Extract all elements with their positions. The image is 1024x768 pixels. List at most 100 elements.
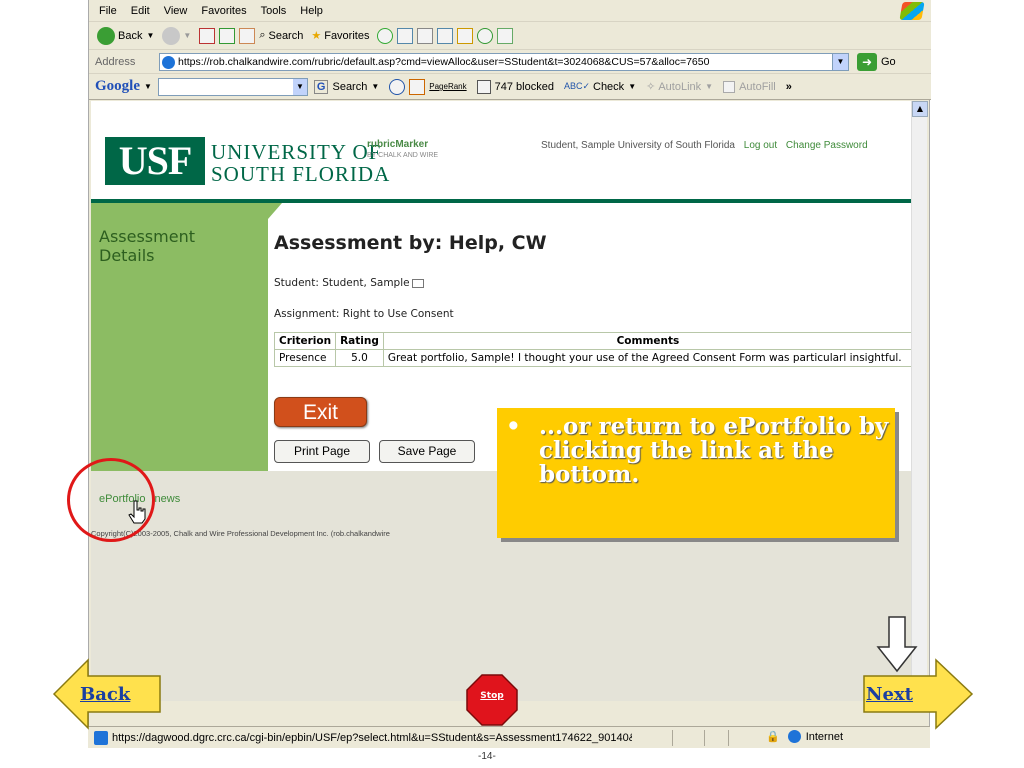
callout-text: • ...or return to ePortfolio by clicking… <box>506 415 891 487</box>
history-icon[interactable] <box>377 27 394 44</box>
bullet-icon: • <box>506 413 521 440</box>
menu-edit[interactable]: Edit <box>131 5 150 17</box>
autofill-icon <box>723 80 736 93</box>
news-link[interactable]: news <box>155 493 181 505</box>
rating-cell: 5.0 <box>335 349 384 367</box>
exit-button[interactable]: Exit <box>274 397 367 427</box>
column-header-rating: Rating <box>335 332 384 350</box>
back-link[interactable]: Back <box>80 684 130 705</box>
user-name: Student, Sample University of South Flor… <box>541 140 735 151</box>
google-search-input[interactable]: ▼ <box>157 77 308 96</box>
user-info: Student, Sample University of South Flor… <box>541 140 868 151</box>
star-icon: ★ <box>311 30 322 42</box>
scroll-up-icon[interactable]: ▲ <box>912 101 928 117</box>
vertical-scrollbar[interactable]: ▲ <box>911 101 928 701</box>
assignment-line: Assignment: Right to Use Consent <box>274 308 454 320</box>
mail-icon[interactable] <box>411 278 424 288</box>
stop-link[interactable]: Stop <box>466 691 518 701</box>
back-button[interactable]: Back ▼ <box>97 26 155 45</box>
zone-label: Internet <box>805 730 844 743</box>
menu-tools[interactable]: Tools <box>261 5 287 17</box>
student-text: Student: Student, Sample <box>274 277 410 289</box>
go-button[interactable]: ➜ Go <box>857 53 896 71</box>
slide: { "browser": { "menu": ["File", "Edit", … <box>0 0 1024 768</box>
autolink-icon: ✧ <box>646 81 656 93</box>
status-url: https://dagwood.dgrc.crc.ca/cgi-bin/epbi… <box>112 731 632 744</box>
column-header-criterion: Criterion <box>273 332 337 350</box>
google-logo[interactable]: Google <box>95 78 140 95</box>
logout-link[interactable]: Log out <box>744 140 777 151</box>
hand-cursor-icon <box>128 500 146 524</box>
status-divider <box>704 730 705 746</box>
popup-blocker-icon <box>476 79 491 94</box>
print-icon[interactable] <box>417 27 434 44</box>
chevron-down-icon[interactable]: ▼ <box>292 78 307 95</box>
dropdown-icon: ▼ <box>146 31 155 40</box>
stop-icon[interactable] <box>199 27 216 44</box>
table-header-row: Criterion Rating Comments <box>273 332 913 350</box>
autolink-label: AutoLink <box>658 80 702 93</box>
print-page-button[interactable]: Print Page <box>274 440 370 463</box>
folder-icon[interactable] <box>457 27 474 44</box>
product-subtitle: BY CHALK AND WIRE <box>367 152 439 159</box>
research-icon[interactable] <box>497 27 514 44</box>
dropdown-icon: ▼ <box>183 31 192 40</box>
site-header: USF UNIVERSITY OF SOUTH FLORIDA rubricMa… <box>91 101 913 199</box>
pagerank-label: PageRank <box>429 82 467 91</box>
ie-page-icon <box>162 56 175 69</box>
spellcheck-button[interactable]: ABC✓ Check ▼ <box>564 81 636 93</box>
product-name: rubricMarker <box>367 139 429 150</box>
chevron-down-icon[interactable]: ▼ <box>832 54 848 70</box>
page-title: Assessment by: Help, CW <box>274 232 547 254</box>
change-password-link[interactable]: Change Password <box>786 140 868 151</box>
status-divider <box>672 730 673 746</box>
university-line1: UNIVERSITY OF <box>211 140 382 164</box>
spellcheck-icon: ABC✓ <box>563 81 590 91</box>
google-toolbar: Google ▼ ▼ G Search ▼ PageRank 747 block… <box>89 74 931 100</box>
save-page-button[interactable]: Save Page <box>379 440 475 463</box>
address-input[interactable]: https://rob.chalkandwire.com/rubric/defa… <box>159 53 849 71</box>
comments-cell: Great portfolio, Sample! I thought your … <box>382 349 913 367</box>
globe-icon <box>787 730 801 743</box>
home-icon[interactable] <box>239 27 256 44</box>
messenger-icon[interactable] <box>477 27 494 44</box>
autolink-button[interactable]: ✧ AutoLink ▼ <box>646 80 714 94</box>
status-divider <box>728 730 729 746</box>
pagerank-indicator[interactable]: PageRank <box>429 82 466 91</box>
sidebar-title-text: Assessment Details <box>99 227 195 265</box>
toolbar-overflow-icon[interactable]: » <box>786 81 792 93</box>
security-zone: 🔒 Internet <box>766 730 843 743</box>
address-url: https://rob.chalkandwire.com/rubric/defa… <box>178 56 710 68</box>
back-label: Back <box>118 29 143 42</box>
dropdown-icon: ▼ <box>628 82 637 91</box>
edit-icon[interactable] <box>437 27 454 44</box>
google-search-button[interactable]: G Search ▼ <box>313 79 379 94</box>
go-arrow-icon: ➜ <box>857 53 877 71</box>
go-label: Go <box>881 56 896 68</box>
criterion-cell: Presence <box>273 349 337 367</box>
mail-icon[interactable] <box>397 27 414 44</box>
news-icon[interactable] <box>409 78 426 95</box>
menu-view[interactable]: View <box>164 5 188 17</box>
search-icon: ⌕ <box>259 29 266 41</box>
menu-file[interactable]: File <box>99 5 117 17</box>
favorites-button[interactable]: ★ Favorites <box>311 29 370 43</box>
forward-button[interactable]: ▼ <box>162 26 192 45</box>
favorites-label: Favorites <box>324 29 370 42</box>
popup-blocker[interactable]: 747 blocked <box>476 79 554 94</box>
university-line2: SOUTH FLORIDA <box>211 162 391 186</box>
address-label: Address <box>95 55 136 68</box>
search-button[interactable]: ⌕ Search <box>259 29 303 42</box>
autofill-label: AutoFill <box>739 80 776 93</box>
site-search-icon[interactable] <box>389 78 406 95</box>
next-link[interactable]: Next <box>866 684 913 705</box>
autofill-button[interactable]: AutoFill <box>723 80 776 93</box>
google-g-icon: G <box>313 79 329 94</box>
menu-help[interactable]: Help <box>300 5 323 17</box>
callout-body: ...or return to ePortfolio by clicking t… <box>539 413 889 488</box>
dropdown-icon: ▼ <box>705 82 714 91</box>
column-header-comments: Comments <box>382 332 913 350</box>
menu-favorites[interactable]: Favorites <box>201 5 246 17</box>
dropdown-icon[interactable]: ▼ <box>144 82 152 91</box>
refresh-icon[interactable] <box>219 27 236 44</box>
